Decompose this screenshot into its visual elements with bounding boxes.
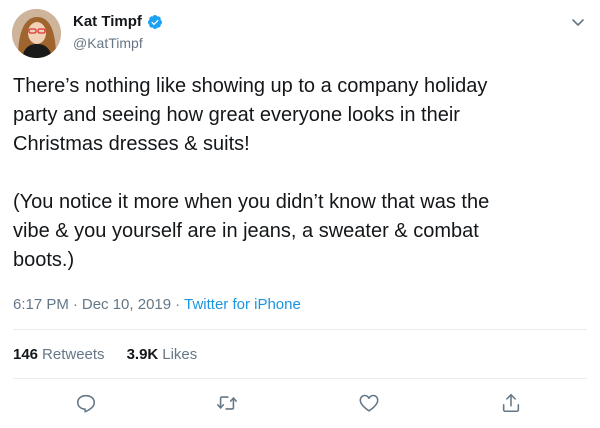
- retweets-stat[interactable]: 146 Retweets: [13, 346, 105, 363]
- display-name[interactable]: Kat Timpf: [73, 13, 142, 30]
- tweet-paragraph: (You notice it more when you didn’t know…: [13, 191, 490, 271]
- verified-badge-icon: [147, 14, 163, 30]
- likes-count: 3.9K: [126, 346, 159, 363]
- retweets-count: 146: [13, 346, 39, 363]
- likes-stat[interactable]: 3.9K Likes: [127, 346, 198, 363]
- like-icon[interactable]: [358, 392, 380, 414]
- tweet-stats: 146 Retweets 3.9K Likes: [13, 346, 197, 363]
- tweet-time[interactable]: 6:17 PM: [13, 296, 69, 313]
- divider: [13, 378, 587, 379]
- avatar[interactable]: [12, 9, 61, 58]
- tweet-text: There’s nothing like showing up to a com…: [13, 72, 583, 275]
- meta-separator: ·: [175, 296, 181, 313]
- tweet-actions: [0, 392, 600, 416]
- author-name-row[interactable]: Kat Timpf: [73, 13, 163, 30]
- share-icon[interactable]: [500, 392, 522, 414]
- retweet-icon[interactable]: [216, 392, 238, 414]
- tweet-source-link[interactable]: Twitter for iPhone: [184, 296, 301, 313]
- tweet-paragraph: There’s nothing like showing up to a com…: [13, 75, 488, 155]
- retweets-label: Retweets: [42, 346, 105, 363]
- tweet-metadata: 6:17 PM · Dec 10, 2019 · Twitter for iPh…: [13, 296, 301, 313]
- author-handle[interactable]: @KatTimpf: [73, 35, 143, 51]
- meta-separator: ·: [72, 296, 78, 313]
- divider: [13, 329, 587, 330]
- chevron-down-icon[interactable]: [570, 14, 586, 30]
- likes-label: Likes: [162, 346, 198, 363]
- reply-icon[interactable]: [75, 392, 97, 414]
- tweet-date[interactable]: Dec 10, 2019: [82, 296, 171, 313]
